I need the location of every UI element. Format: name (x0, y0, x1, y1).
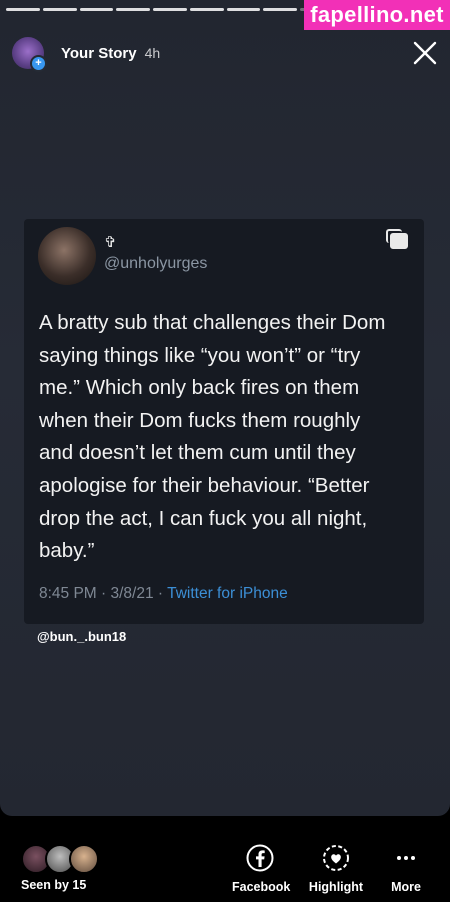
facebook-icon (246, 844, 274, 872)
tweet-handle: @unholyurges (104, 255, 208, 272)
story-timestamp: 4h (144, 45, 161, 61)
avatar[interactable]: + (12, 37, 47, 72)
tweet-screenshot: ✞ @unholyurges A bratty sub that challen… (24, 219, 424, 624)
viewers-avatars[interactable] (21, 844, 101, 874)
tweet-text: A bratty sub that challenges their Dom s… (39, 307, 419, 568)
tweet-line: apologise for their behaviour. “Better (39, 473, 370, 497)
story-footer: Seen by 15 Facebook Highlight More (0, 826, 450, 902)
tweet-line: me.” Which only back fires on them (39, 376, 360, 400)
highlight-button[interactable]: Highlight (308, 844, 364, 894)
tweet-avatar (38, 227, 96, 285)
progress-segment (6, 8, 40, 11)
progress-segment (263, 8, 297, 11)
highlight-label: Highlight (308, 880, 364, 894)
progress-segment (189, 8, 224, 11)
progress-segment (42, 8, 77, 11)
tweet-line: drop the act, I can fuck you all night, (39, 506, 368, 530)
highlight-heart-icon (323, 845, 349, 871)
more-label: More (391, 880, 421, 894)
more-button[interactable]: More (384, 844, 428, 894)
tweet-display-name: ✞ (104, 234, 117, 251)
story-owner-name[interactable]: Your Story (61, 45, 137, 62)
tweet-line: A bratty sub that challenges their Dom (39, 311, 386, 334)
progress-segment (79, 8, 114, 11)
more-dots-icon (397, 856, 415, 860)
copy-icon (386, 229, 408, 249)
watermark: fapellino.net (304, 0, 450, 30)
tweet-datetime: 8:45 PM · 3/8/21 · (39, 585, 168, 602)
add-story-icon[interactable]: + (30, 55, 47, 72)
facebook-label: Facebook (232, 880, 291, 894)
tweet-line: baby.” (39, 539, 95, 563)
viewer-avatar (69, 844, 99, 874)
story-frame[interactable]: + Your Story 4h ✞ @unholyurges A bratty … (0, 0, 450, 816)
progress-segment (226, 8, 261, 11)
tweet-source: Twitter for iPhone (167, 585, 288, 602)
facebook-button[interactable]: Facebook (232, 844, 291, 894)
story-header: + Your Story 4h (12, 36, 161, 72)
progress-segment (116, 8, 150, 11)
close-icon[interactable] (412, 40, 438, 66)
mention-sticker[interactable]: @bun._.bun18 (37, 629, 126, 644)
tweet-line: and doesn’t let them cum until they (39, 441, 356, 465)
tweet-line: saying things like “you won’t” or “try (39, 343, 361, 367)
progress-segment (153, 8, 187, 11)
tweet-line: when their Dom fucks them roughly (39, 408, 361, 432)
tweet-meta: 8:45 PM · 3/8/21 · Twitter for iPhone (39, 585, 288, 603)
seen-by-label[interactable]: Seen by 15 (21, 878, 86, 892)
